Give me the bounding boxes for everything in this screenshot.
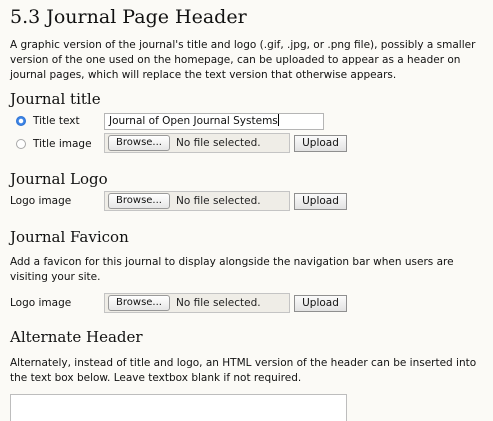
title-text-label: Title text <box>33 115 80 127</box>
alternate-header-textarea[interactable] <box>10 394 347 421</box>
journal-title-text-input[interactable]: Journal of Open Journal Systems <box>104 113 324 130</box>
journal-favicon-description: Add a favicon for this journal to displa… <box>10 256 454 283</box>
alternate-header-heading: Alternate Header <box>10 328 143 346</box>
title-image-radio[interactable] <box>16 139 26 149</box>
title-image-file-input[interactable]: Browse... No file selected. <box>104 133 290 153</box>
favicon-file-status: No file selected. <box>176 297 261 309</box>
logo-image-upload-button[interactable]: Upload <box>294 193 347 210</box>
logo-image-browse-button[interactable]: Browse... <box>108 193 170 209</box>
logo-image-file-status: No file selected. <box>176 195 261 207</box>
favicon-file-input[interactable]: Browse... No file selected. <box>104 293 290 313</box>
favicon-image-label: Logo image <box>10 297 72 309</box>
journal-favicon-heading: Journal Favicon <box>10 228 129 246</box>
section-description: A graphic version of the journal's title… <box>10 39 476 81</box>
journal-title-text-value: Journal of Open Journal Systems <box>109 115 278 127</box>
title-image-label: Title image <box>33 138 92 150</box>
title-text-radio[interactable] <box>16 116 26 126</box>
journal-logo-heading: Journal Logo <box>10 170 108 188</box>
logo-image-file-input[interactable]: Browse... No file selected. <box>104 191 290 211</box>
section-heading: 5.3 Journal Page Header <box>10 6 247 28</box>
favicon-browse-button[interactable]: Browse... <box>108 295 170 311</box>
logo-image-label: Logo image <box>10 195 72 207</box>
title-image-file-status: No file selected. <box>176 137 261 149</box>
journal-title-heading: Journal title <box>10 90 101 108</box>
text-caret <box>277 114 279 126</box>
title-image-browse-button[interactable]: Browse... <box>108 135 170 151</box>
title-image-upload-button[interactable]: Upload <box>294 135 347 152</box>
alternate-header-description: Alternately, instead of title and logo, … <box>10 357 477 384</box>
favicon-upload-button[interactable]: Upload <box>294 295 347 312</box>
